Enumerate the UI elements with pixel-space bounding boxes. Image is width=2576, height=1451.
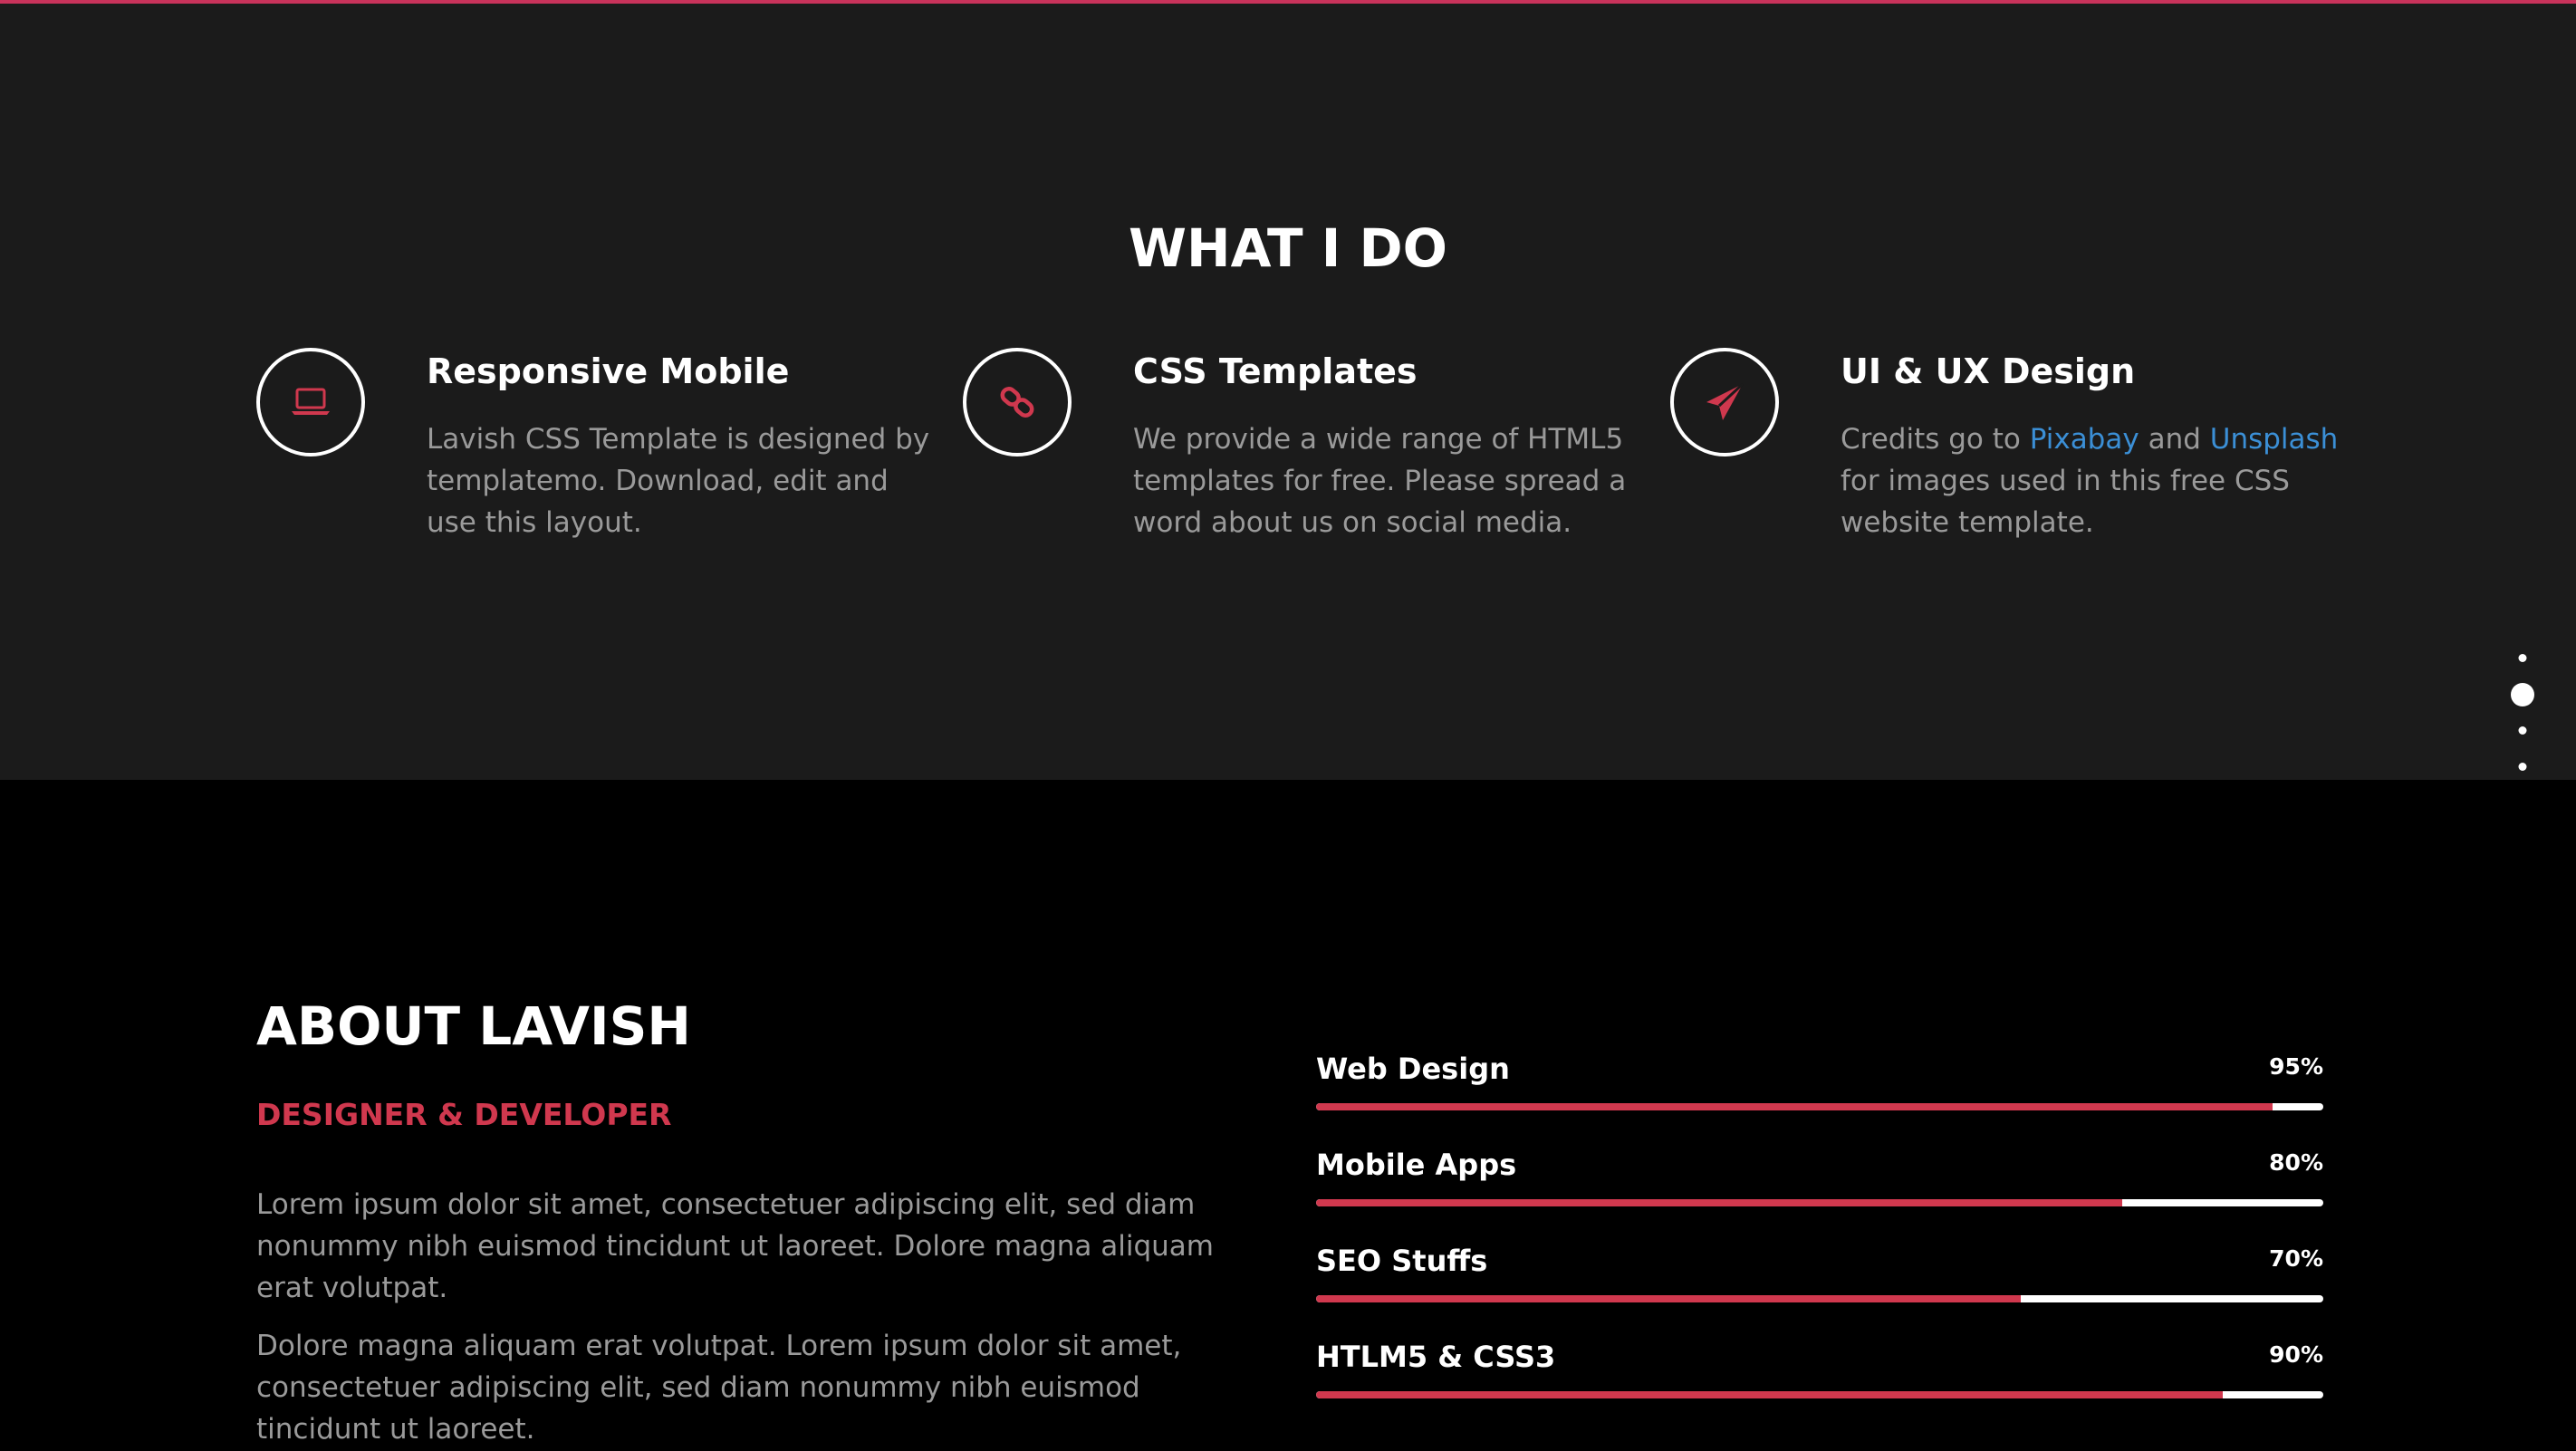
nav-dot-4[interactable] xyxy=(2518,763,2527,771)
paper-plane-icon xyxy=(1706,382,1745,420)
skill-percent: 80% xyxy=(2269,1149,2323,1176)
nav-dot-2-active[interactable] xyxy=(2511,683,2534,706)
service-responsive-mobile: Responsive Mobile Lavish CSS Template is… xyxy=(256,348,945,583)
laptop-icon xyxy=(292,388,330,415)
skill-progress-track xyxy=(1316,1391,2323,1398)
pixabay-link[interactable]: Pixabay xyxy=(2030,423,2139,456)
about-subtitle: DESIGNER & DEVELOPER xyxy=(256,1097,672,1132)
unsplash-link[interactable]: Unsplash xyxy=(2210,423,2339,456)
chain-link-icon xyxy=(1000,387,1034,418)
about-paragraph: Dolore magna aliquam erat volutpat. Lore… xyxy=(256,1330,1182,1446)
about-section: ABOUT LAVISH DESIGNER & DEVELOPER Lorem … xyxy=(0,780,2576,1451)
service-title: UI & UX Design xyxy=(1841,351,2136,391)
nav-dot-1[interactable] xyxy=(2518,654,2527,662)
skill-seo-stuffs: SEO Stuffs 70% xyxy=(1316,1244,2323,1340)
service-icon-circle xyxy=(256,348,365,456)
skill-html5-css3: HTLM5 & CSS3 90% xyxy=(1316,1340,2323,1436)
service-title: Responsive Mobile xyxy=(427,351,790,391)
skill-progress-track xyxy=(1316,1295,2323,1302)
service-text: We provide a wide range of HTML5 templat… xyxy=(1133,423,1627,539)
skill-progress-track xyxy=(1316,1199,2323,1206)
skill-label: Web Design xyxy=(1316,1052,1510,1086)
skill-percent: 90% xyxy=(2269,1341,2323,1368)
service-title: CSS Templates xyxy=(1133,351,1418,391)
service-text: Credits go to Pixabay and Unsplash for i… xyxy=(1841,423,2339,539)
skills-list: Web Design 95% Mobile Apps 80% SEO Stuff… xyxy=(1316,1052,2323,1436)
service-icon-circle xyxy=(1670,348,1779,456)
skill-progress-fill xyxy=(1316,1199,2122,1206)
service-ui-ux-design: UI & UX Design Credits go to Pixabay and… xyxy=(1670,348,2359,583)
skill-mobile-apps: Mobile Apps 80% xyxy=(1316,1148,2323,1244)
skill-label: HTLM5 & CSS3 xyxy=(1316,1340,1556,1374)
skill-label: Mobile Apps xyxy=(1316,1148,1517,1182)
what-i-do-section: WHAT I DO Responsive Mobile Lavish CSS T… xyxy=(0,4,2576,780)
service-css-templates: CSS Templates We provide a wide range of… xyxy=(963,348,1651,583)
service-text: Lavish CSS Template is designed by templ… xyxy=(427,423,930,539)
about-paragraph: Lorem ipsum dolor sit amet, consectetuer… xyxy=(256,1188,1214,1304)
skill-progress-track xyxy=(1316,1103,2323,1110)
skill-progress-fill xyxy=(1316,1295,2022,1302)
nav-dot-3[interactable] xyxy=(2518,726,2527,735)
skill-progress-fill xyxy=(1316,1103,2273,1110)
skill-percent: 70% xyxy=(2269,1245,2323,1272)
about-title: ABOUT LAVISH xyxy=(256,995,691,1057)
skill-progress-fill xyxy=(1316,1391,2223,1398)
skill-label: SEO Stuffs xyxy=(1316,1244,1488,1278)
service-icon-circle xyxy=(963,348,1072,456)
section-title: WHAT I DO xyxy=(1129,217,1447,279)
skill-web-design: Web Design 95% xyxy=(1316,1052,2323,1148)
skill-percent: 95% xyxy=(2269,1053,2323,1080)
